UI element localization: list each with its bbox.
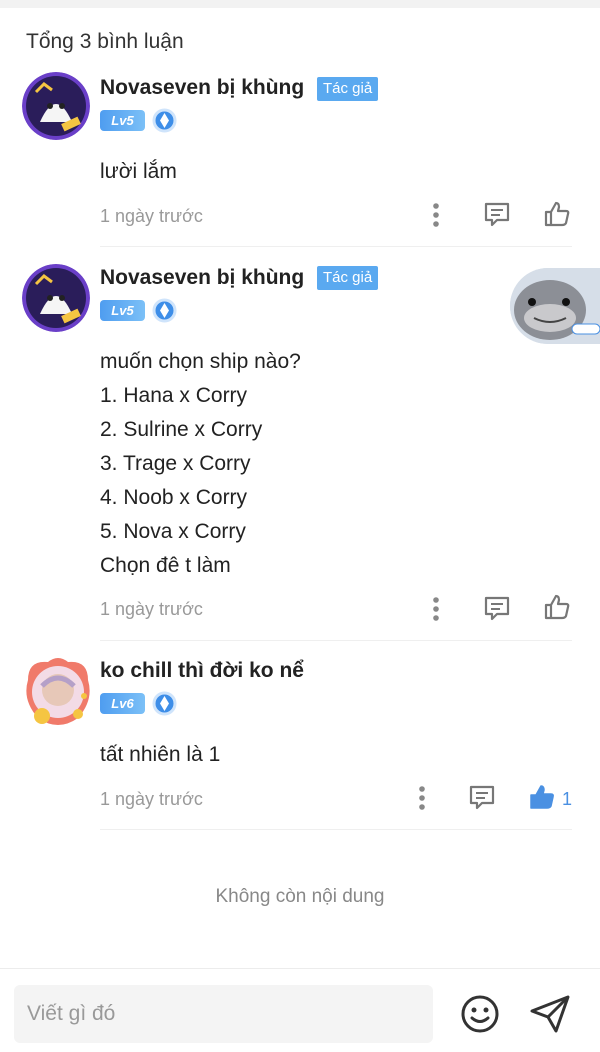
shark-sticker: [510, 268, 600, 344]
like-count: 1: [562, 789, 573, 809]
liked-icon[interactable]: [527, 782, 557, 812]
more-icon[interactable]: [421, 200, 451, 230]
avatar[interactable]: [22, 72, 90, 140]
like-icon[interactable]: [542, 199, 572, 229]
author-name[interactable]: ko chill thì đời ko nể: [100, 659, 304, 683]
author-name[interactable]: Novaseven bị khùng: [100, 266, 304, 290]
author-badge: Tác giả: [317, 77, 379, 101]
medal-icon: [152, 298, 177, 323]
author-name[interactable]: Novaseven bị khùng: [100, 76, 304, 100]
more-icon[interactable]: [421, 594, 451, 624]
top-strip: [0, 0, 600, 8]
end-of-list-note: Không còn nội dung: [215, 886, 385, 907]
avatar[interactable]: [22, 264, 90, 332]
comment-composer: [0, 968, 600, 1052]
comment-text: lười lắm: [100, 160, 177, 183]
reply-icon[interactable]: [482, 200, 512, 230]
comment-time: 1 ngày trước: [100, 789, 203, 809]
medal-icon: [152, 108, 177, 133]
comment-total: Tổng 3 bình luận: [26, 30, 184, 53]
medal-icon: [152, 691, 177, 716]
emoji-icon[interactable]: [459, 993, 501, 1035]
comment-time: 1 ngày trước: [100, 206, 203, 226]
level-badge: Lv6: [100, 693, 145, 714]
divider: [100, 246, 572, 247]
level-badge: Lv5: [100, 110, 145, 131]
comment-time: 1 ngày trước: [100, 599, 203, 619]
author-badge: Tác giả: [317, 266, 379, 290]
reply-icon[interactable]: [482, 594, 512, 624]
send-icon[interactable]: [528, 993, 572, 1035]
divider: [100, 829, 572, 830]
comment-input[interactable]: [14, 985, 433, 1043]
more-icon[interactable]: [407, 783, 437, 813]
level-badge: Lv5: [100, 300, 145, 321]
divider: [100, 640, 572, 641]
comment-text: tất nhiên là 1: [100, 743, 221, 766]
avatar[interactable]: [22, 656, 90, 725]
reply-icon[interactable]: [467, 783, 497, 813]
comment-text: muốn chọn ship nào? 1. Hana x Corry 2. S…: [100, 350, 301, 577]
like-icon[interactable]: [542, 592, 572, 622]
